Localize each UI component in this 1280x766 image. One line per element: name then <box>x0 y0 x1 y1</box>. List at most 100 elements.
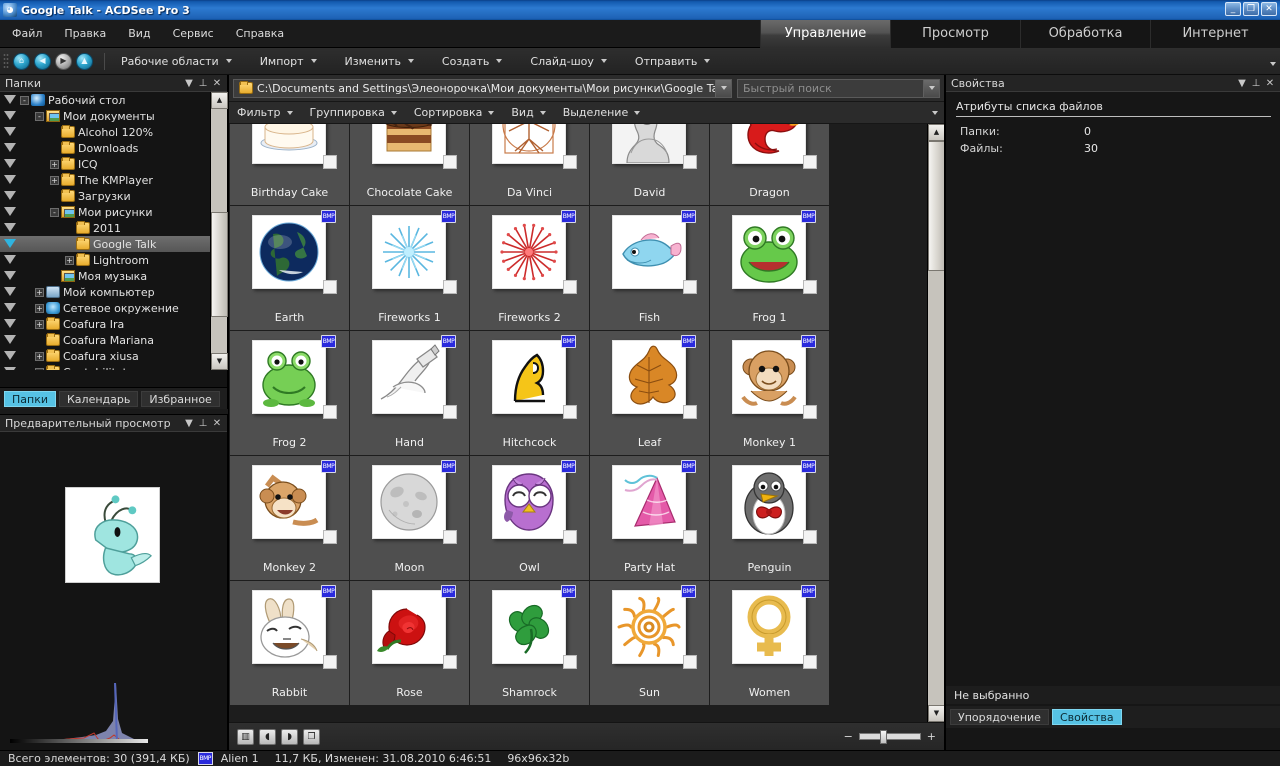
thumbnail-checkbox[interactable] <box>803 530 817 544</box>
tab-folders[interactable]: Папки <box>4 390 56 407</box>
zoom-out-button[interactable]: − <box>844 730 853 743</box>
grid-scroll-thumb[interactable] <box>928 141 945 271</box>
tree-item-lightroom[interactable]: + Lightroom <box>0 252 210 268</box>
tab-calendar[interactable]: Календарь <box>59 390 139 407</box>
close-icon[interactable]: ✕ <box>210 78 224 89</box>
image-properties-icon[interactable]: ▥ <box>237 728 254 745</box>
zoom-control[interactable]: − + <box>844 730 936 744</box>
tree-checkbox-icon[interactable] <box>3 285 16 298</box>
tree-item-icq[interactable]: + ICQ <box>0 156 210 172</box>
mode-tab-manage[interactable]: Управление <box>760 20 890 48</box>
slideshow-button[interactable]: Слайд-шоу <box>523 52 613 71</box>
thumbnail-grid-area[interactable]: BMP Birthday Cake BMP Chocolate Cake BMP Da V… <box>229 124 944 722</box>
tree-checkbox-icon[interactable] <box>3 173 16 186</box>
thumbnail-checkbox[interactable] <box>323 155 337 169</box>
expand-icon[interactable]: + <box>35 351 44 361</box>
back-icon[interactable]: ◀ <box>34 52 51 70</box>
thumbnail-item[interactable]: BMP Monkey 2 <box>230 456 349 580</box>
tree-item-downloads[interactable]: Downloads <box>0 140 210 156</box>
tree-item-the-kmplayer[interactable]: + The KMPlayer <box>0 172 210 188</box>
thumbnail-checkbox[interactable] <box>683 280 697 294</box>
tree-item-coafura-xiusa[interactable]: + Coafura xiusa <box>0 348 210 364</box>
thumbnail-item[interactable]: BMP Fish <box>590 206 709 330</box>
tree-item-[interactable]: + Мой компьютер <box>0 284 210 300</box>
tree-checkbox-icon[interactable] <box>3 317 16 330</box>
thumbnail-item[interactable]: BMP Shamrock <box>470 581 589 705</box>
tree-item-[interactable]: - Мои документы <box>0 108 210 124</box>
search-dropdown-button[interactable] <box>923 79 939 97</box>
thumbnail-item[interactable]: BMP Moon <box>350 456 469 580</box>
thumbnail-checkbox[interactable] <box>443 655 457 669</box>
thumbnail-item[interactable]: BMP Frog 2 <box>230 331 349 455</box>
selection-button[interactable]: Выделение <box>563 106 641 119</box>
menu-item-file[interactable]: Файл <box>8 26 46 41</box>
tree-checkbox-icon[interactable] <box>3 365 16 370</box>
expand-icon[interactable]: + <box>35 319 44 329</box>
collapse-icon[interactable]: - <box>35 111 44 121</box>
expand-icon[interactable]: + <box>35 287 44 297</box>
address-dropdown-button[interactable] <box>715 79 731 97</box>
tree-item-google-talk[interactable]: Google Talk <box>0 236 210 252</box>
tree-checkbox-icon[interactable] <box>3 349 16 362</box>
tree-checkbox-icon[interactable] <box>3 125 16 138</box>
collapse-icon[interactable]: - <box>50 207 59 217</box>
tab-favorites[interactable]: Избранное <box>141 390 220 407</box>
rotate-right-icon[interactable]: ◗ <box>281 728 298 745</box>
tab-properties[interactable]: Свойства <box>1051 709 1122 725</box>
menu-item-tools[interactable]: Сервис <box>169 26 218 41</box>
address-input[interactable]: C:\Documents and Settings\Элеонорочка\Мо… <box>233 78 732 98</box>
workspaces-button[interactable]: Рабочие области <box>114 52 239 71</box>
menu-item-view[interactable]: Вид <box>124 26 154 41</box>
menu-item-help[interactable]: Справка <box>232 26 288 41</box>
tree-item-alcohol-120[interactable]: Alcohol 120% <box>0 124 210 140</box>
tree-checkbox-icon[interactable] <box>3 269 16 282</box>
thumbnail-checkbox[interactable] <box>323 405 337 419</box>
search-input[interactable]: Быстрый поиск <box>737 78 940 98</box>
mode-tab-view[interactable]: Просмотр <box>890 20 1020 48</box>
restore-button[interactable]: ❐ <box>1243 2 1259 16</box>
thumbnail-checkbox[interactable] <box>323 530 337 544</box>
thumbnail-item[interactable]: BMP Hitchcock <box>470 331 589 455</box>
create-button[interactable]: Создать <box>435 52 510 71</box>
forward-icon[interactable]: ▶ <box>55 52 72 70</box>
tree-checkbox-icon[interactable] <box>3 205 16 218</box>
home-icon[interactable]: ⌂ <box>13 52 30 70</box>
tree-item-[interactable]: - Рабочий стол <box>0 92 210 108</box>
thumbnail-checkbox[interactable] <box>323 655 337 669</box>
import-button[interactable]: Импорт <box>253 52 324 71</box>
thumbnail-checkbox[interactable] <box>563 405 577 419</box>
rotate-left-icon[interactable]: ◖ <box>259 728 276 745</box>
toolbar-overflow-icon[interactable] <box>1270 62 1276 66</box>
tree-item-[interactable]: - Мои рисунки <box>0 204 210 220</box>
duplicate-icon[interactable]: ❐ <box>303 728 320 745</box>
thumbnail-item[interactable]: BMP Dragon <box>710 124 829 205</box>
expand-icon[interactable]: + <box>50 175 59 185</box>
pin-icon[interactable]: ⊥ <box>196 418 210 429</box>
close-icon[interactable]: ✕ <box>1263 78 1277 89</box>
thumbnail-item[interactable]: BMP Sun <box>590 581 709 705</box>
zoom-slider[interactable] <box>858 730 921 744</box>
expand-icon[interactable]: + <box>35 303 44 313</box>
thumbnail-item[interactable]: BMP Fireworks 2 <box>470 206 589 330</box>
tree-item-2011[interactable]: 2011 <box>0 220 210 236</box>
tree-checkbox-icon[interactable] <box>3 109 16 122</box>
expand-icon[interactable]: + <box>50 159 59 169</box>
mode-tab-online[interactable]: Интернет <box>1150 20 1280 48</box>
thumbnail-checkbox[interactable] <box>803 655 817 669</box>
chevron-down-icon[interactable]: ▼ <box>1235 78 1249 89</box>
zoom-slider-knob[interactable] <box>879 730 887 744</box>
thumbnail-item[interactable]: BMP Earth <box>230 206 349 330</box>
thumbnail-checkbox[interactable] <box>323 280 337 294</box>
thumbnail-item[interactable]: BMP Chocolate Cake <box>350 124 469 205</box>
thumbnail-checkbox[interactable] <box>683 530 697 544</box>
tree-checkbox-icon[interactable] <box>3 189 16 202</box>
expand-icon[interactable]: + <box>65 255 74 265</box>
thumbnail-item[interactable]: BMP Birthday Cake <box>230 124 349 205</box>
thumbnail-item[interactable]: BMP Frog 1 <box>710 206 829 330</box>
menu-item-edit[interactable]: Правка <box>60 26 110 41</box>
thumbnail-checkbox[interactable] <box>443 280 457 294</box>
thumbnail-checkbox[interactable] <box>563 530 577 544</box>
up-icon[interactable]: ▲ <box>76 52 93 70</box>
edit-button[interactable]: Изменить <box>338 52 421 71</box>
filter-overflow-icon[interactable] <box>932 111 938 115</box>
